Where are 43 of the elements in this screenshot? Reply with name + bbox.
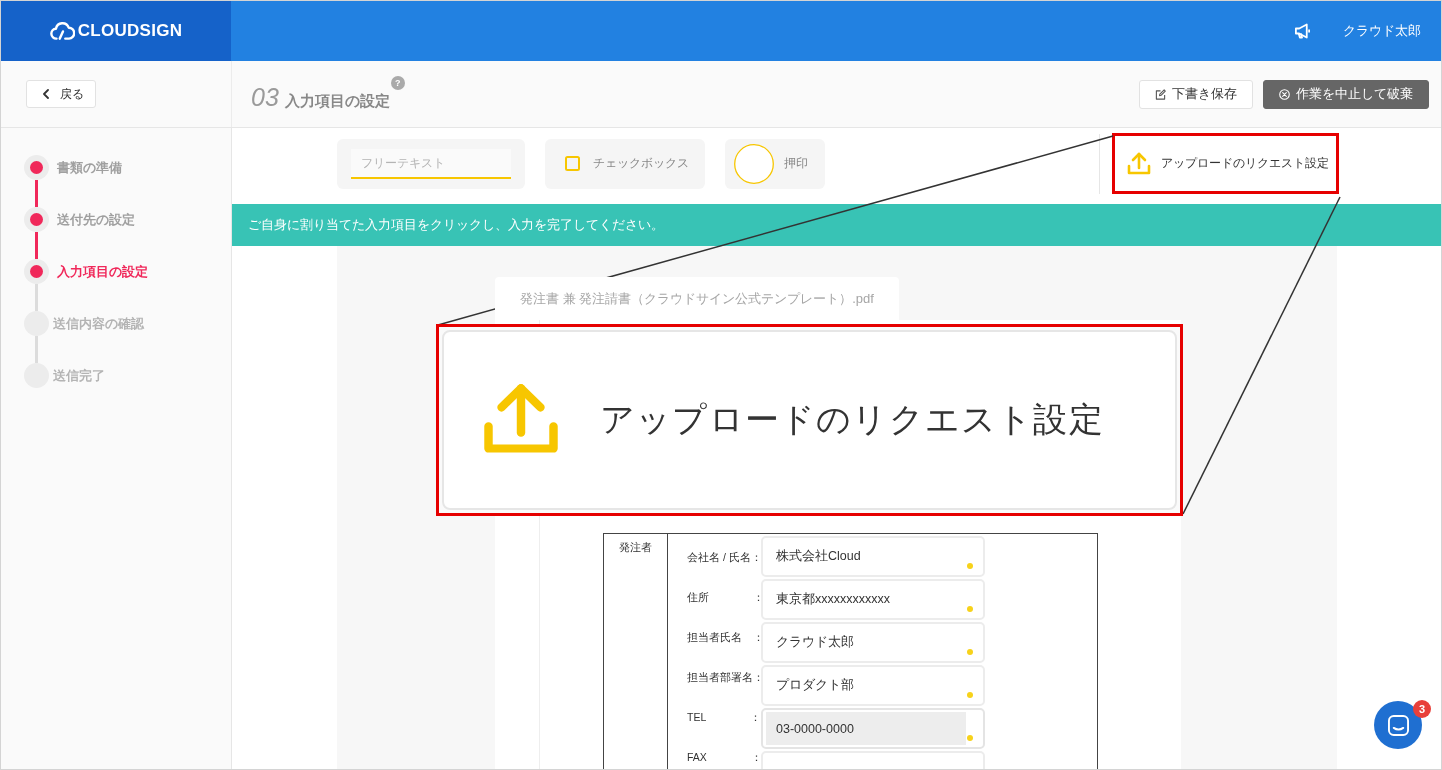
text-input-field[interactable]: 東京都xxxxxxxxxxxx [761,579,985,620]
dot-icon [967,735,973,741]
callout-label: アップロードのリクエスト設定 [600,399,1104,440]
text-input-field[interactable]: クラウド太郎 [761,622,985,663]
dot-icon [967,563,973,569]
page-title: 入力項目の設定 [284,92,390,111]
field-label: 会社名 / 氏名： [687,551,762,565]
close-circle-icon [1279,88,1290,100]
field-label: 住所 ： [687,591,764,605]
instruction-banner: ご自身に割り当てた入力項目をクリックし、入力を完了してください。 [232,204,1441,246]
party-label: 発注者 [604,534,668,769]
text-input-field[interactable]: 03-0000-0000 [761,708,985,749]
free-text-tool[interactable]: フリーテキスト [337,138,525,189]
free-text-field[interactable]: フリーテキスト [351,148,511,179]
save-draft-button[interactable]: 下書き保存 [1139,79,1253,109]
upload-icon [1127,151,1151,176]
text-input-field[interactable]: プロダクト部 [761,665,985,706]
upload-request-tool[interactable]: アップロードのリクエスト設定 [1112,133,1339,194]
chevron-left-icon [42,89,50,99]
step-number: 03 [251,83,279,112]
edit-icon [1155,88,1166,100]
field-label: FAX ： [687,751,762,765]
dot-icon [967,649,973,655]
step-label[interactable]: 入力項目の設定 [57,262,148,281]
dot-icon [967,692,973,698]
logo-wordmark[interactable]: CLOUDSIGN [77,21,183,41]
stamp-circle-icon [734,143,774,184]
cloud-logo-icon[interactable] [49,21,75,41]
text-input-field[interactable]: 株式会社Cloud [761,536,985,577]
field-label: 担当者部署名： [687,671,764,685]
dot-icon [967,606,973,612]
checkbox-tool[interactable]: チェックボックス [545,138,705,189]
checkbox-icon [565,156,580,171]
stamp-tool[interactable]: 押印 [725,138,825,189]
chat-icon [1387,714,1409,736]
back-button[interactable]: 戻る [26,80,96,108]
megaphone-icon[interactable] [1294,23,1311,39]
step-connector-line [35,232,38,259]
field-label: 担当者氏名 ： [687,631,764,645]
discard-button[interactable]: 作業を中止して破棄 [1263,79,1429,109]
step-connector-line [35,180,38,207]
user-menu[interactable]: クラウド太郎 [1343,22,1421,40]
field-label: TEL ： [687,711,761,725]
